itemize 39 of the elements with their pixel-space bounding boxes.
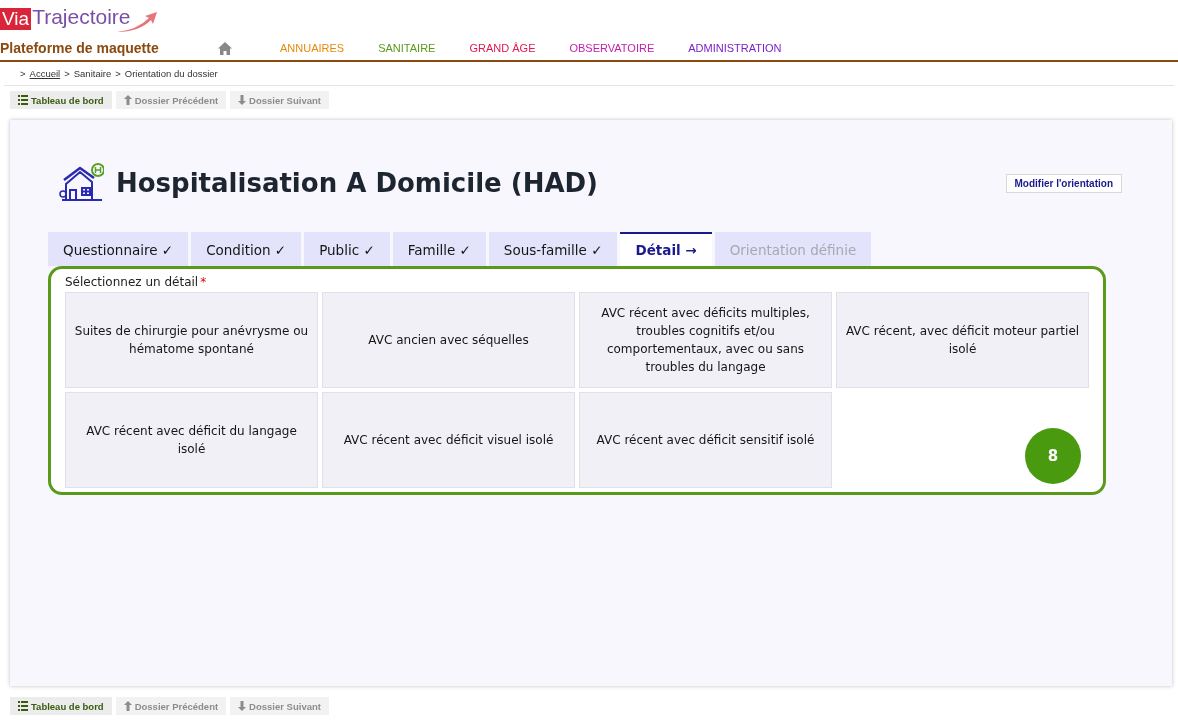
annotation-badge: 8 (1025, 428, 1081, 484)
detail-option[interactable]: AVC récent avec déficit sensitif isolé (579, 392, 832, 488)
required-mark: * (200, 275, 207, 289)
breadcrumb-item: Orientation du dossier (124, 68, 218, 79)
detail-option[interactable]: AVC récent avec déficit visuel isolé (322, 392, 575, 488)
logo: ViaTrajectoire (0, 0, 157, 38)
arrow-down-icon (238, 95, 247, 105)
nav-link[interactable]: SANITAIRE (378, 42, 436, 54)
detail-option[interactable]: Suites de chirurgie pour anévrysme ou hématome spontané (65, 292, 318, 388)
tab[interactable]: Détail → (620, 232, 712, 266)
tab[interactable]: Famille ✓ (392, 232, 486, 266)
modify-orientation-button[interactable]: Modifier l'orientation (1005, 173, 1122, 193)
nav-link[interactable]: OBSERVATOIRE (569, 42, 655, 54)
platform-title: Plateforme de maquette (0, 40, 160, 56)
detail-option[interactable]: AVC récent avec déficit du langage isolé (65, 392, 318, 488)
breadcrumb-separator: > (115, 68, 121, 79)
list-icon (18, 95, 28, 105)
tab[interactable]: Condition ✓ (191, 232, 302, 266)
list-icon (18, 701, 28, 711)
nav-link[interactable]: GRAND ÂGE (469, 42, 536, 54)
arrow-up-icon (123, 95, 132, 105)
detail-option[interactable]: AVC ancien avec séquelles (322, 292, 575, 388)
tab[interactable]: Public ✓ (304, 232, 390, 266)
breadcrumb-item: Sanitaire (73, 68, 112, 79)
page-title: Hospitalisation A Domicile (HAD) (116, 168, 599, 198)
toolbar-button[interactable]: Tableau de bord (10, 697, 112, 715)
home-icon[interactable] (218, 41, 232, 55)
detail-prompt: Sélectionnez un détail (65, 275, 199, 289)
tab[interactable]: Sous-famille ✓ (488, 232, 618, 266)
toolbar-button[interactable]: Tableau de bord (10, 91, 112, 109)
tab[interactable]: Questionnaire ✓ (48, 232, 189, 266)
nav-link[interactable]: ADMINISTRATION (688, 42, 782, 54)
breadcrumb-separator: > (64, 68, 70, 79)
arrow-down-icon (238, 701, 247, 711)
detail-option[interactable]: AVC récent avec déficits multiples, troubles cognitifs et/ou comportementaux, avec ou sans troubles du langage (579, 292, 832, 388)
breadcrumb-separator: > (20, 68, 26, 79)
arrow-up-icon (123, 701, 132, 711)
breadcrumb-link[interactable]: Accueil (29, 68, 61, 79)
detail-option[interactable]: AVC récent, avec déficit moteur partiel isolé (836, 292, 1089, 388)
